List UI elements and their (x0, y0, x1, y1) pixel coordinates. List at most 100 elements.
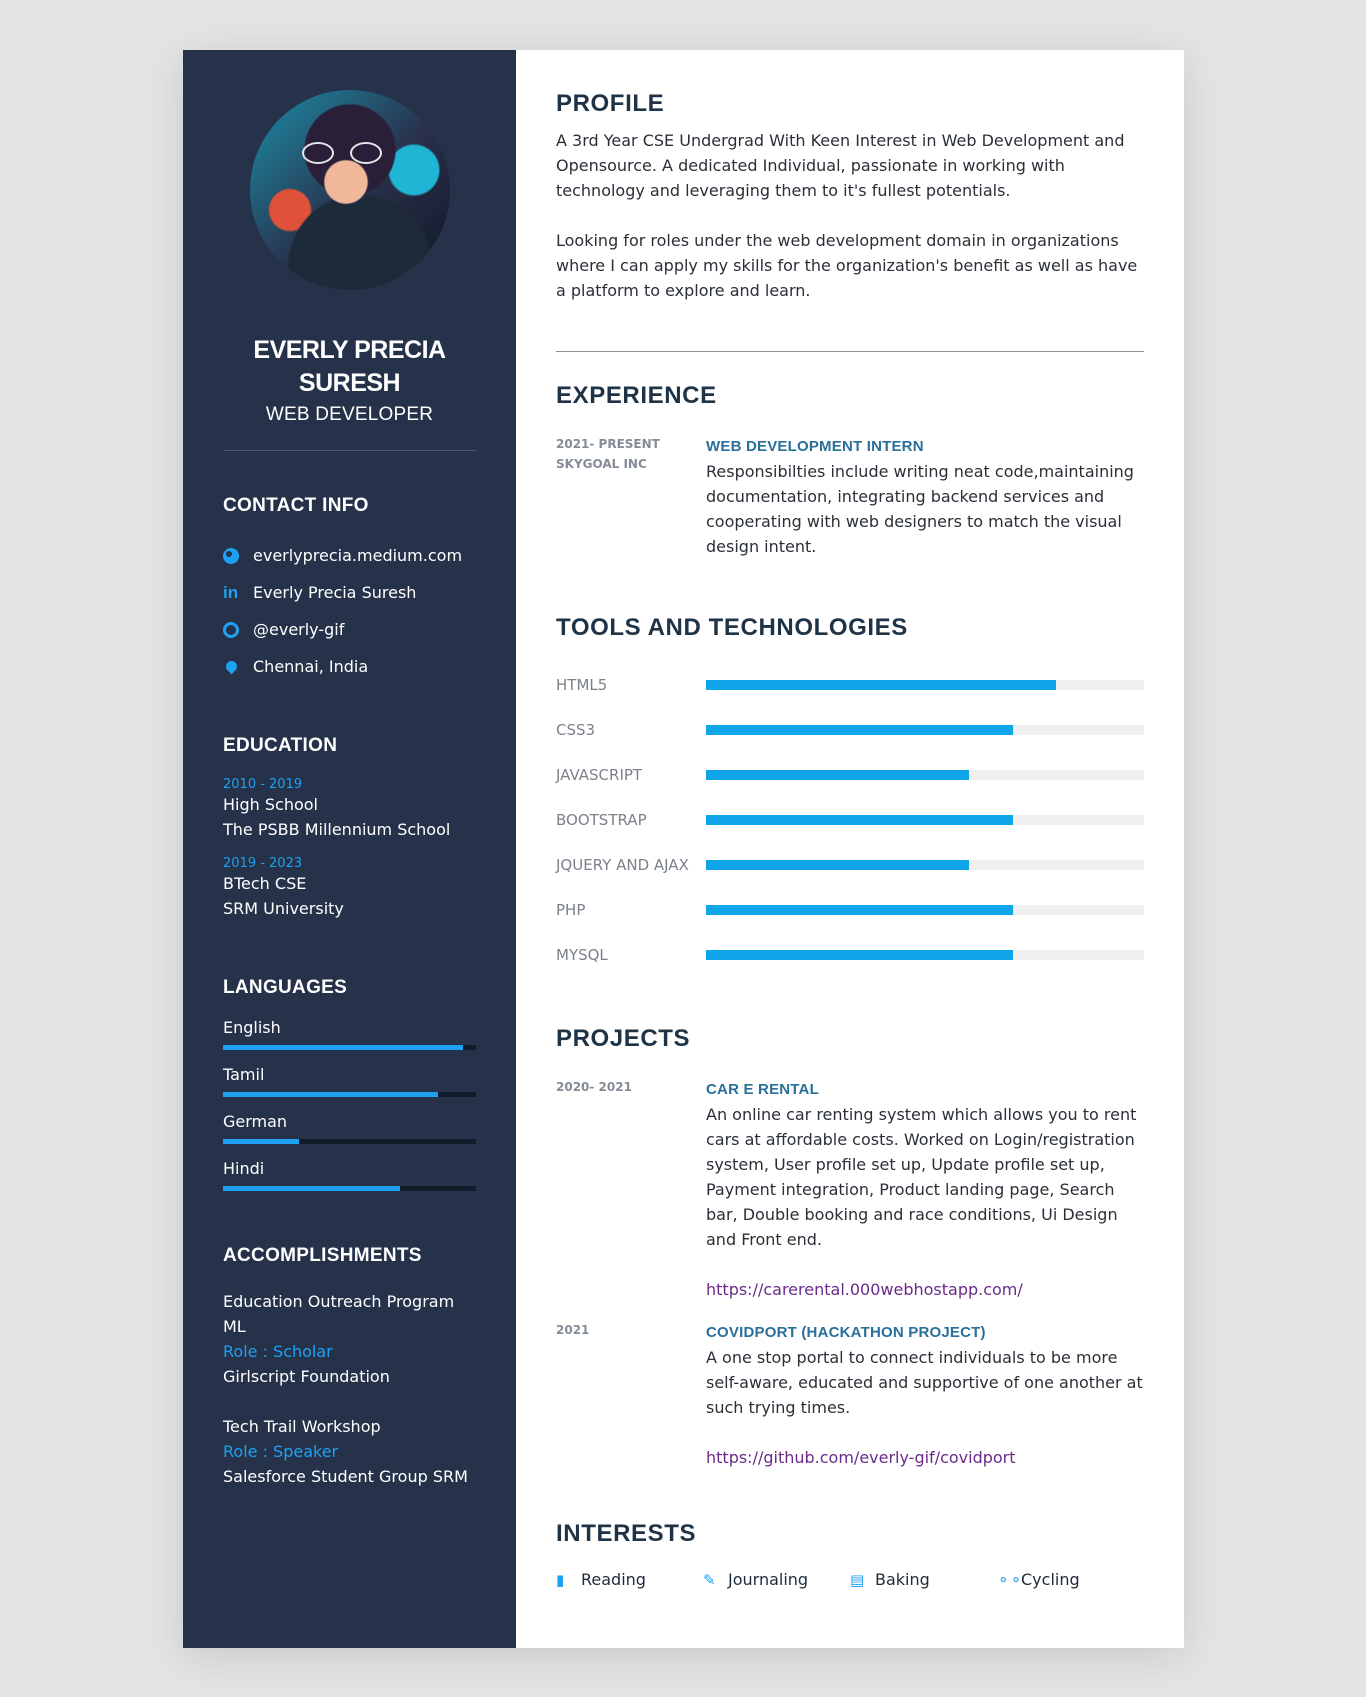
interest-item: ▤ Baking (850, 1570, 997, 1589)
tool-item: HTML5 (556, 662, 1144, 707)
experience-years: 2021- PRESENT (556, 437, 660, 451)
project-name: CAR E RENTAL (706, 1081, 819, 1098)
project-link[interactable]: https://carerental.000webhostapp.com/ (706, 1277, 1144, 1302)
contact-github[interactable]: @everly-gif (223, 611, 476, 648)
experience-body: WEB DEVELOPMENT INTERN Responsibilties i… (706, 434, 1144, 559)
tool-item: CSS3 (556, 707, 1144, 752)
book-icon: ▮ (556, 1570, 565, 1589)
language-name: Tamil (223, 1065, 265, 1084)
accomplishment-org: Girlscript Foundation (223, 1367, 390, 1386)
tool-name: HTML5 (556, 675, 608, 694)
tools-list: HTML5 CSS3 JAVASCRIPT BOOTSTRAP JQUERY A… (556, 662, 1144, 977)
language-level-bar (223, 1092, 476, 1097)
contact-github-text: @everly-gif (253, 620, 345, 639)
education-years: 2019 - 2023 (223, 856, 303, 871)
languages-section: LANGUAGES English Tamil German Hindi (223, 977, 476, 1191)
project-link[interactable]: https://github.com/everly-gif/covidport (706, 1445, 1144, 1470)
education-section: EDUCATION 2010 - 2019 High School The PS… (223, 735, 476, 921)
contact-location: Chennai, India (223, 648, 476, 685)
language-item: English (223, 1017, 476, 1050)
profile-title: PROFILE (556, 90, 665, 117)
experience-title: EXPERIENCE (556, 382, 717, 409)
tool-level-bar (706, 769, 1144, 780)
projects-title: PROJECTS (556, 1025, 691, 1052)
tool-level-bar (706, 949, 1144, 960)
project-description: A one stop portal to connect individuals… (706, 1348, 1143, 1417)
main-content: PROFILE A 3rd Year CSE Undergrad With Ke… (516, 50, 1184, 1648)
project-body: CAR E RENTAL An online car renting syste… (706, 1077, 1144, 1302)
profile-paragraph: A 3rd Year CSE Undergrad With Keen Inter… (556, 131, 1125, 200)
project-item: 2020- 2021 CAR E RENTAL An online car re… (556, 1077, 1144, 1302)
tools-section: TOOLS AND TECHNOLOGIES HTML5 CSS3 JAVASC… (556, 614, 1144, 977)
tool-item: JQUERY AND AJAX (556, 842, 1144, 887)
tool-item: BOOTSTRAP (556, 797, 1144, 842)
accomplishment-title: Education Outreach Program (223, 1292, 455, 1311)
education-item: 2019 - 2023 BTech CSE SRM University (223, 856, 476, 921)
person-name-line1: EVERLY PRECIA (253, 336, 446, 364)
contact-linkedin[interactable]: in Everly Precia Suresh (223, 574, 476, 611)
education-item: 2010 - 2019 High School The PSBB Millenn… (223, 777, 476, 842)
profile-avatar (249, 90, 450, 290)
project-name: COVIDPORT (HACKATHON PROJECT) (706, 1324, 986, 1341)
interests-list: ▮ Reading ✎ Journaling ▤ Baking ⚬⚬ Cycli… (556, 1570, 1144, 1589)
globe-icon (223, 547, 253, 564)
project-description: An online car renting system which allow… (706, 1105, 1137, 1249)
language-level-bar (223, 1139, 476, 1144)
contact-section: CONTACT INFO everlyprecia.medium.com in … (223, 495, 476, 685)
accomplishment-role: Role : Speaker (223, 1442, 339, 1461)
language-level-fill (223, 1139, 299, 1144)
map-marker-icon (223, 658, 253, 675)
tool-level-fill (706, 769, 969, 780)
language-level-fill (223, 1186, 401, 1191)
accomplishment-subtitle: ML (223, 1317, 246, 1336)
tool-item: MYSQL (556, 932, 1144, 977)
contact-website[interactable]: everlyprecia.medium.com (223, 537, 476, 574)
language-item: German (223, 1111, 476, 1144)
accomplishments-section: ACCOMPLISHMENTS Education Outreach Progr… (223, 1245, 476, 1489)
contact-linkedin-text: Everly Precia Suresh (253, 583, 417, 602)
experience-description: Responsibilties include writing neat cod… (706, 462, 1134, 556)
language-level-fill (223, 1045, 464, 1050)
project-years: 2021 (556, 1323, 590, 1337)
education-school: The PSBB Millennium School (223, 820, 451, 839)
accomplishment-role: Role : Scholar (223, 1342, 333, 1361)
main-divider (556, 351, 1144, 352)
language-level-fill (223, 1092, 439, 1097)
person-name-line2: SURESH (298, 369, 401, 397)
experience-meta: 2021- PRESENT SKYGOAL INC (556, 434, 706, 559)
language-name: German (223, 1112, 288, 1131)
tool-name: CSS3 (556, 720, 596, 739)
tool-level-fill (706, 949, 1013, 960)
project-body: COVIDPORT (HACKATHON PROJECT) A one stop… (706, 1320, 1144, 1470)
tool-name: BOOTSTRAP (556, 810, 647, 829)
interest-item: ⚬⚬ Cycling (997, 1570, 1144, 1589)
education-years: 2010 - 2019 (223, 777, 303, 792)
contact-website-text: everlyprecia.medium.com (253, 546, 463, 565)
resume: EVERLY PRECIA SURESH WEB DEVELOPER CONTA… (183, 50, 1184, 1648)
experience-company: SKYGOAL INC (556, 457, 647, 471)
tool-name: PHP (556, 900, 586, 919)
education-title: EDUCATION (223, 735, 338, 756)
interest-item: ✎ Journaling (703, 1570, 850, 1589)
person-role: WEB DEVELOPER (265, 404, 434, 425)
interest-label: Baking (875, 1570, 930, 1589)
tool-name: JAVASCRIPT (556, 765, 643, 784)
interests-section: INTERESTS ▮ Reading ✎ Journaling ▤ Bakin… (556, 1520, 1144, 1589)
accomplishment-item: Education Outreach Program ML Role : Sch… (223, 1289, 476, 1389)
interest-label: Reading (581, 1570, 646, 1589)
experience-position: WEB DEVELOPMENT INTERN (706, 438, 924, 455)
tool-level-fill (706, 724, 1013, 735)
profile-section: PROFILE A 3rd Year CSE Undergrad With Ke… (556, 90, 1144, 303)
tool-level-fill (706, 859, 969, 870)
languages-title: LANGUAGES (223, 977, 348, 998)
tool-level-fill (706, 679, 1057, 690)
interest-label: Cycling (1021, 1570, 1080, 1589)
tool-level-fill (706, 904, 1013, 915)
birthday-cake-icon: ▤ (850, 1570, 865, 1589)
project-years: 2020- 2021 (556, 1080, 632, 1094)
tool-level-fill (706, 814, 1013, 825)
tool-level-bar (706, 679, 1144, 690)
accomplishments-title: ACCOMPLISHMENTS (223, 1245, 422, 1266)
language-item: Tamil (223, 1064, 476, 1097)
tools-title: TOOLS AND TECHNOLOGIES (556, 614, 908, 641)
